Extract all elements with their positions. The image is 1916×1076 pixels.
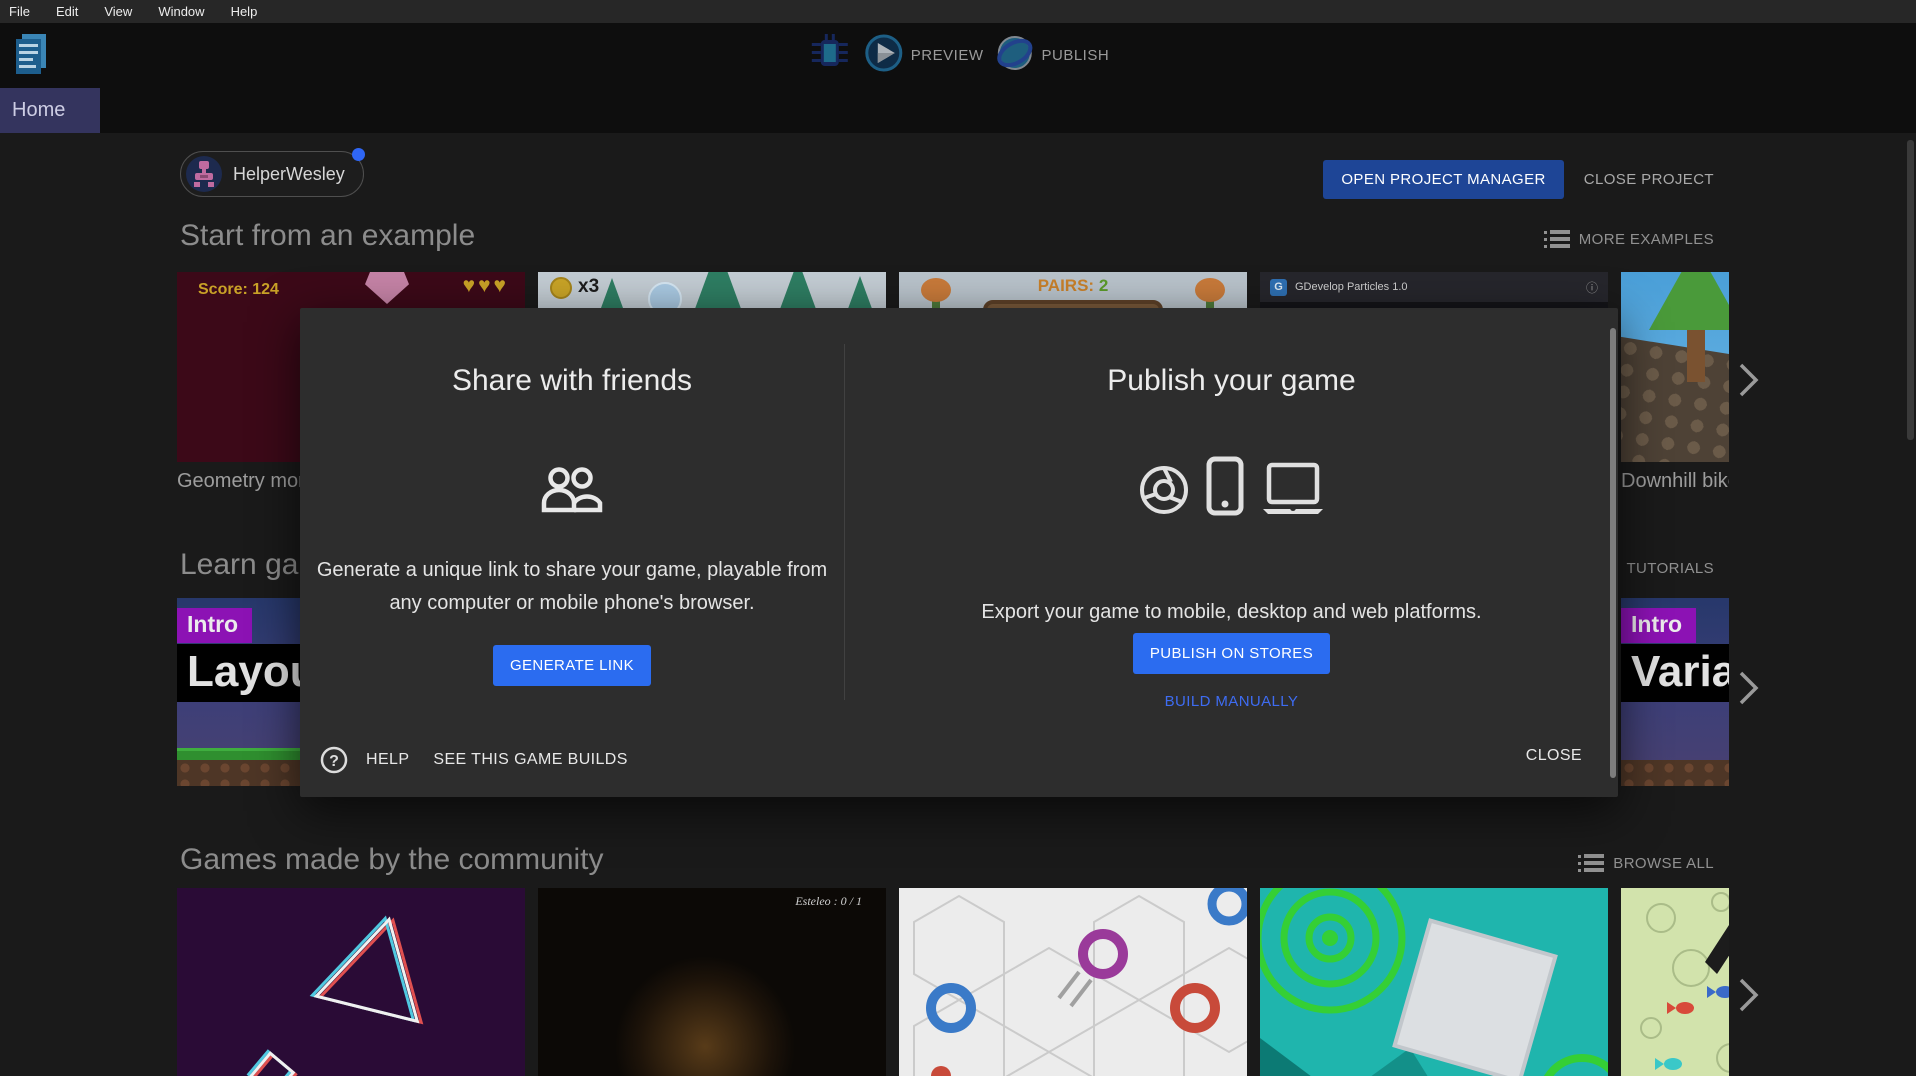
main-scrollbar[interactable] xyxy=(1907,140,1914,440)
dialog-scrollbar[interactable] xyxy=(1610,328,1616,778)
menu-bar: File Edit View Window Help xyxy=(0,0,1916,23)
game-window-titlebar: G GDevelop Particles 1.0 ⓘ xyxy=(1260,272,1608,302)
menu-help[interactable]: Help xyxy=(231,4,258,19)
puffer-fish xyxy=(1195,278,1225,302)
community-carousel: Esteleo : 0 / 1 xyxy=(177,888,1729,1076)
project-manager-icon[interactable] xyxy=(12,30,52,78)
community-section-title: Games made by the community xyxy=(180,843,604,877)
tutorial-badge: Intro xyxy=(1621,608,1696,643)
username: HelperWesley xyxy=(233,164,345,185)
publish-label: PUBLISH xyxy=(1041,47,1109,64)
publish-title: Publish your game xyxy=(845,364,1618,398)
more-examples-button[interactable]: MORE EXAMPLES xyxy=(1544,230,1714,248)
smartphone-icon xyxy=(1206,456,1244,516)
build-manually-link[interactable]: BUILD MANUALLY xyxy=(1165,693,1299,710)
close-dialog-button[interactable]: CLOSE xyxy=(1520,739,1588,773)
example-card-downhill-bike[interactable]: G Downhill bike racing xyxy=(1621,272,1729,502)
people-icon xyxy=(300,466,844,514)
toolbar: PREVIEW PUBLISH xyxy=(0,23,1916,88)
menu-edit[interactable]: Edit xyxy=(56,4,78,19)
community-card-hexagons[interactable] xyxy=(899,888,1247,1076)
examples-section-title: Start from an example xyxy=(180,219,475,253)
chrome-icon xyxy=(1138,464,1190,516)
publish-button[interactable]: PUBLISH xyxy=(995,34,1109,77)
user-chip[interactable]: HelperWesley xyxy=(180,151,364,197)
laptop-icon xyxy=(1260,462,1326,516)
debug-icon[interactable] xyxy=(807,30,853,81)
publish-panel: Publish your game xyxy=(845,308,1618,797)
examples-next-chevron-icon[interactable] xyxy=(1738,362,1768,398)
community-card-fish-pond[interactable] xyxy=(1621,888,1729,1076)
close-project-button[interactable]: CLOSE PROJECT xyxy=(1578,161,1720,198)
help-icon: ? xyxy=(320,746,348,774)
see-game-builds-button[interactable]: SEE THIS GAME BUILDS xyxy=(427,743,633,777)
share-title: Share with friends xyxy=(300,364,844,398)
share-dialog: Share with friends Generate a unique lin… xyxy=(300,308,1618,797)
community-next-chevron-icon[interactable] xyxy=(1738,977,1768,1013)
help-button[interactable]: HELP xyxy=(360,743,415,777)
share-description: Generate a unique link to share your gam… xyxy=(300,554,844,620)
tutorial-badge: Intro xyxy=(177,608,252,643)
avatar xyxy=(186,156,222,192)
list-icon xyxy=(1578,854,1604,872)
open-project-manager-button[interactable]: OPEN PROJECT MANAGER xyxy=(1323,160,1563,199)
puffer-fish xyxy=(921,278,951,302)
hearts-icons: ♥♥♥ xyxy=(463,274,509,298)
community-card-night-scene[interactable]: Esteleo : 0 / 1 xyxy=(538,888,886,1076)
preview-icon xyxy=(865,34,903,77)
pentagon-shape xyxy=(365,272,409,304)
community-card-neon-shapes[interactable] xyxy=(177,888,525,1076)
svg-text:?: ? xyxy=(329,753,339,770)
menu-file[interactable]: File xyxy=(9,4,30,19)
tab-home[interactable]: Home xyxy=(0,88,100,133)
info-icon: ⓘ xyxy=(1586,279,1598,296)
tutorials-next-chevron-icon[interactable] xyxy=(1738,670,1768,706)
tab-bar: Home xyxy=(0,88,1916,133)
publish-icon xyxy=(995,34,1033,77)
tutorial-title: Variables xyxy=(1621,644,1729,702)
community-card-teal-abstract[interactable] xyxy=(1260,888,1608,1076)
notification-dot xyxy=(352,148,365,161)
score-counter: Esteleo : 0 / 1 xyxy=(795,894,862,909)
platform-icons xyxy=(845,456,1618,516)
cobblestone-slope xyxy=(1621,333,1729,462)
menu-window[interactable]: Window xyxy=(158,4,204,19)
list-icon xyxy=(1544,230,1570,248)
tree-shape xyxy=(1649,272,1729,330)
publish-on-stores-button[interactable]: PUBLISH ON STORES xyxy=(1133,633,1330,674)
share-panel: Share with friends Generate a unique lin… xyxy=(300,308,844,797)
publish-description: Export your game to mobile, desktop and … xyxy=(845,596,1618,629)
preview-label: PREVIEW xyxy=(911,47,984,64)
coin-icon xyxy=(550,277,572,299)
menu-view[interactable]: View xyxy=(104,4,132,19)
generate-link-button[interactable]: GENERATE LINK xyxy=(493,645,651,686)
score-text: Score: 124 xyxy=(198,281,279,299)
tutorial-card-variables[interactable]: Variables Intro +1 xyxy=(1621,598,1729,786)
browse-all-button[interactable]: BROWSE ALL xyxy=(1578,854,1714,872)
gdevelop-logo-icon: G xyxy=(1270,279,1287,296)
app-window: File Edit View Window Help xyxy=(0,0,1916,1076)
header-buttons: OPEN PROJECT MANAGER CLOSE PROJECT xyxy=(1323,160,1720,199)
preview-button[interactable]: PREVIEW xyxy=(865,34,984,77)
